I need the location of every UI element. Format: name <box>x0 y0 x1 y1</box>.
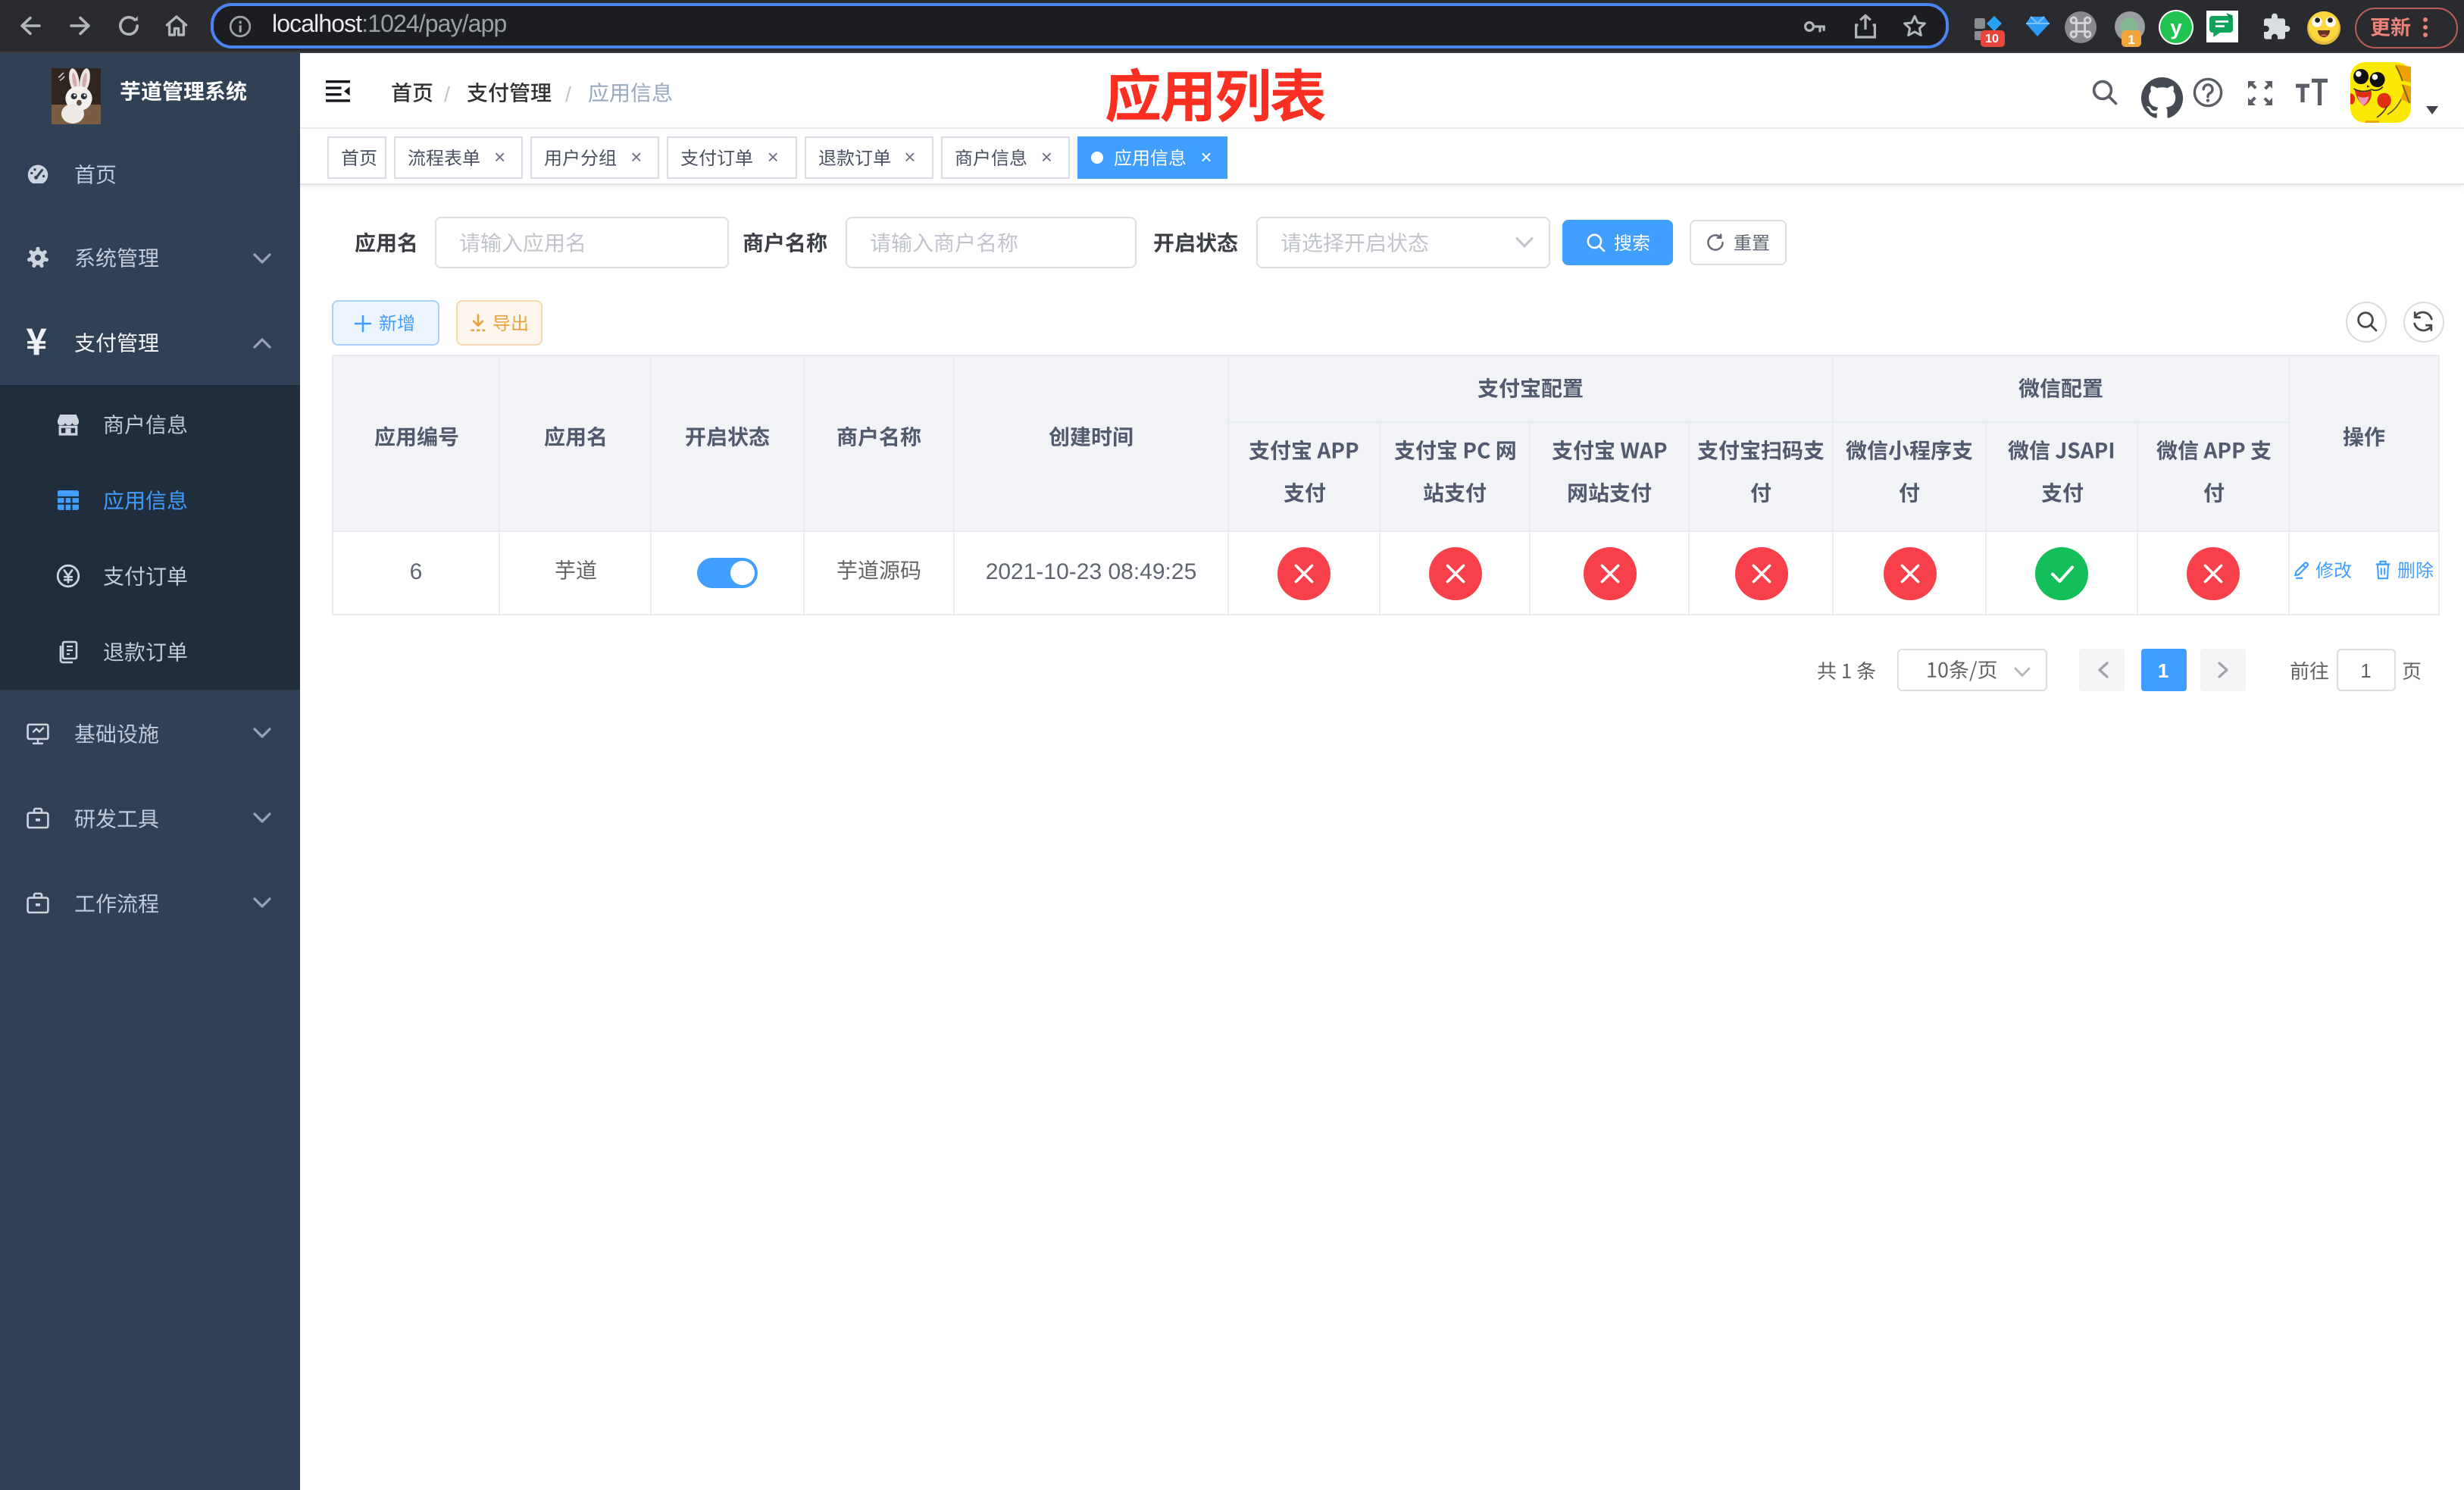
svg-text:y: y <box>2171 15 2183 39</box>
